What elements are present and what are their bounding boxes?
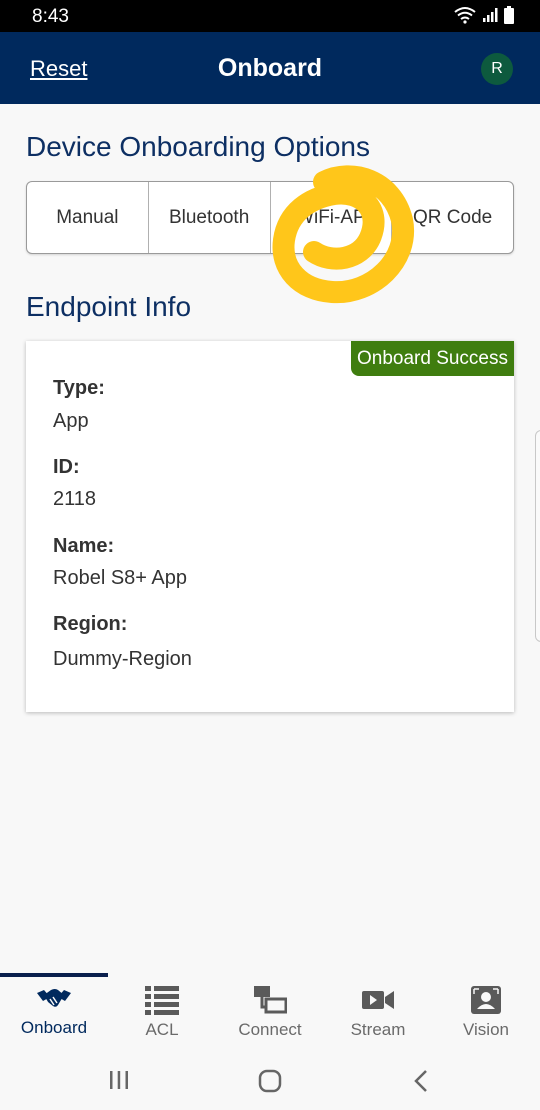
id-value: 2118 (53, 488, 97, 510)
type-value: App (53, 410, 89, 432)
region-value: Dummy-Region (53, 648, 192, 670)
back-icon[interactable] (412, 1069, 430, 1093)
status-bar: 8:43 (0, 0, 540, 32)
option-wifi-ap[interactable]: WiFi-AP (271, 182, 393, 253)
tab-acl[interactable]: ACL (108, 973, 216, 1055)
signal-icon (483, 8, 498, 22)
tab-onboard[interactable]: Onboard (0, 973, 108, 1055)
side-drawer-handle[interactable] (535, 430, 540, 642)
onboarding-options-selector: Manual Bluetooth WiFi-AP QR Code (26, 181, 514, 254)
type-label: Type: (53, 377, 105, 399)
name-label: Name: (53, 535, 115, 557)
status-icons (454, 6, 514, 24)
status-badge: Onboard Success (350, 341, 514, 376)
network-icon (254, 986, 287, 1014)
option-bluetooth[interactable]: Bluetooth (149, 182, 271, 253)
home-icon[interactable] (258, 1069, 282, 1093)
name-value: Robel S8+ App (53, 567, 187, 589)
page-title: Onboard (217, 54, 323, 82)
bottom-tab-bar: Onboard ACL Connect Stream Vision (0, 973, 540, 1055)
id-label: ID: (53, 456, 80, 478)
tab-label-acl: ACL (145, 1020, 179, 1039)
tab-label-connect: Connect (238, 1020, 302, 1039)
tab-vision[interactable]: Vision (432, 973, 540, 1055)
app-header: Reset Onboard R (0, 32, 540, 104)
handshake-icon (37, 989, 71, 1008)
onboarding-options-title: Device Onboarding Options (26, 131, 370, 162)
tab-connect[interactable]: Connect (216, 973, 324, 1055)
tab-label-stream: Stream (350, 1020, 406, 1039)
list-icon (145, 986, 179, 1015)
face-scan-icon (471, 986, 501, 1014)
endpoint-info-card: Onboard Success Type: App ID: 2118 Name:… (26, 341, 514, 712)
video-camera-icon (362, 991, 394, 1009)
active-tab-indicator (0, 973, 108, 977)
avatar[interactable]: R (481, 53, 513, 85)
tab-label-vision: Vision (463, 1020, 509, 1039)
wifi-icon (454, 7, 476, 24)
recent-apps-icon[interactable] (108, 1069, 130, 1091)
battery-icon (504, 6, 514, 24)
option-manual[interactable]: Manual (27, 182, 149, 253)
endpoint-info-title: Endpoint Info (26, 291, 192, 322)
status-time: 8:43 (32, 6, 69, 27)
tab-stream[interactable]: Stream (324, 973, 432, 1055)
region-label: Region: (53, 613, 128, 635)
system-nav-bar (0, 1055, 540, 1110)
option-qr-code[interactable]: QR Code (392, 182, 513, 253)
tab-label-onboard: Onboard (20, 1018, 88, 1037)
